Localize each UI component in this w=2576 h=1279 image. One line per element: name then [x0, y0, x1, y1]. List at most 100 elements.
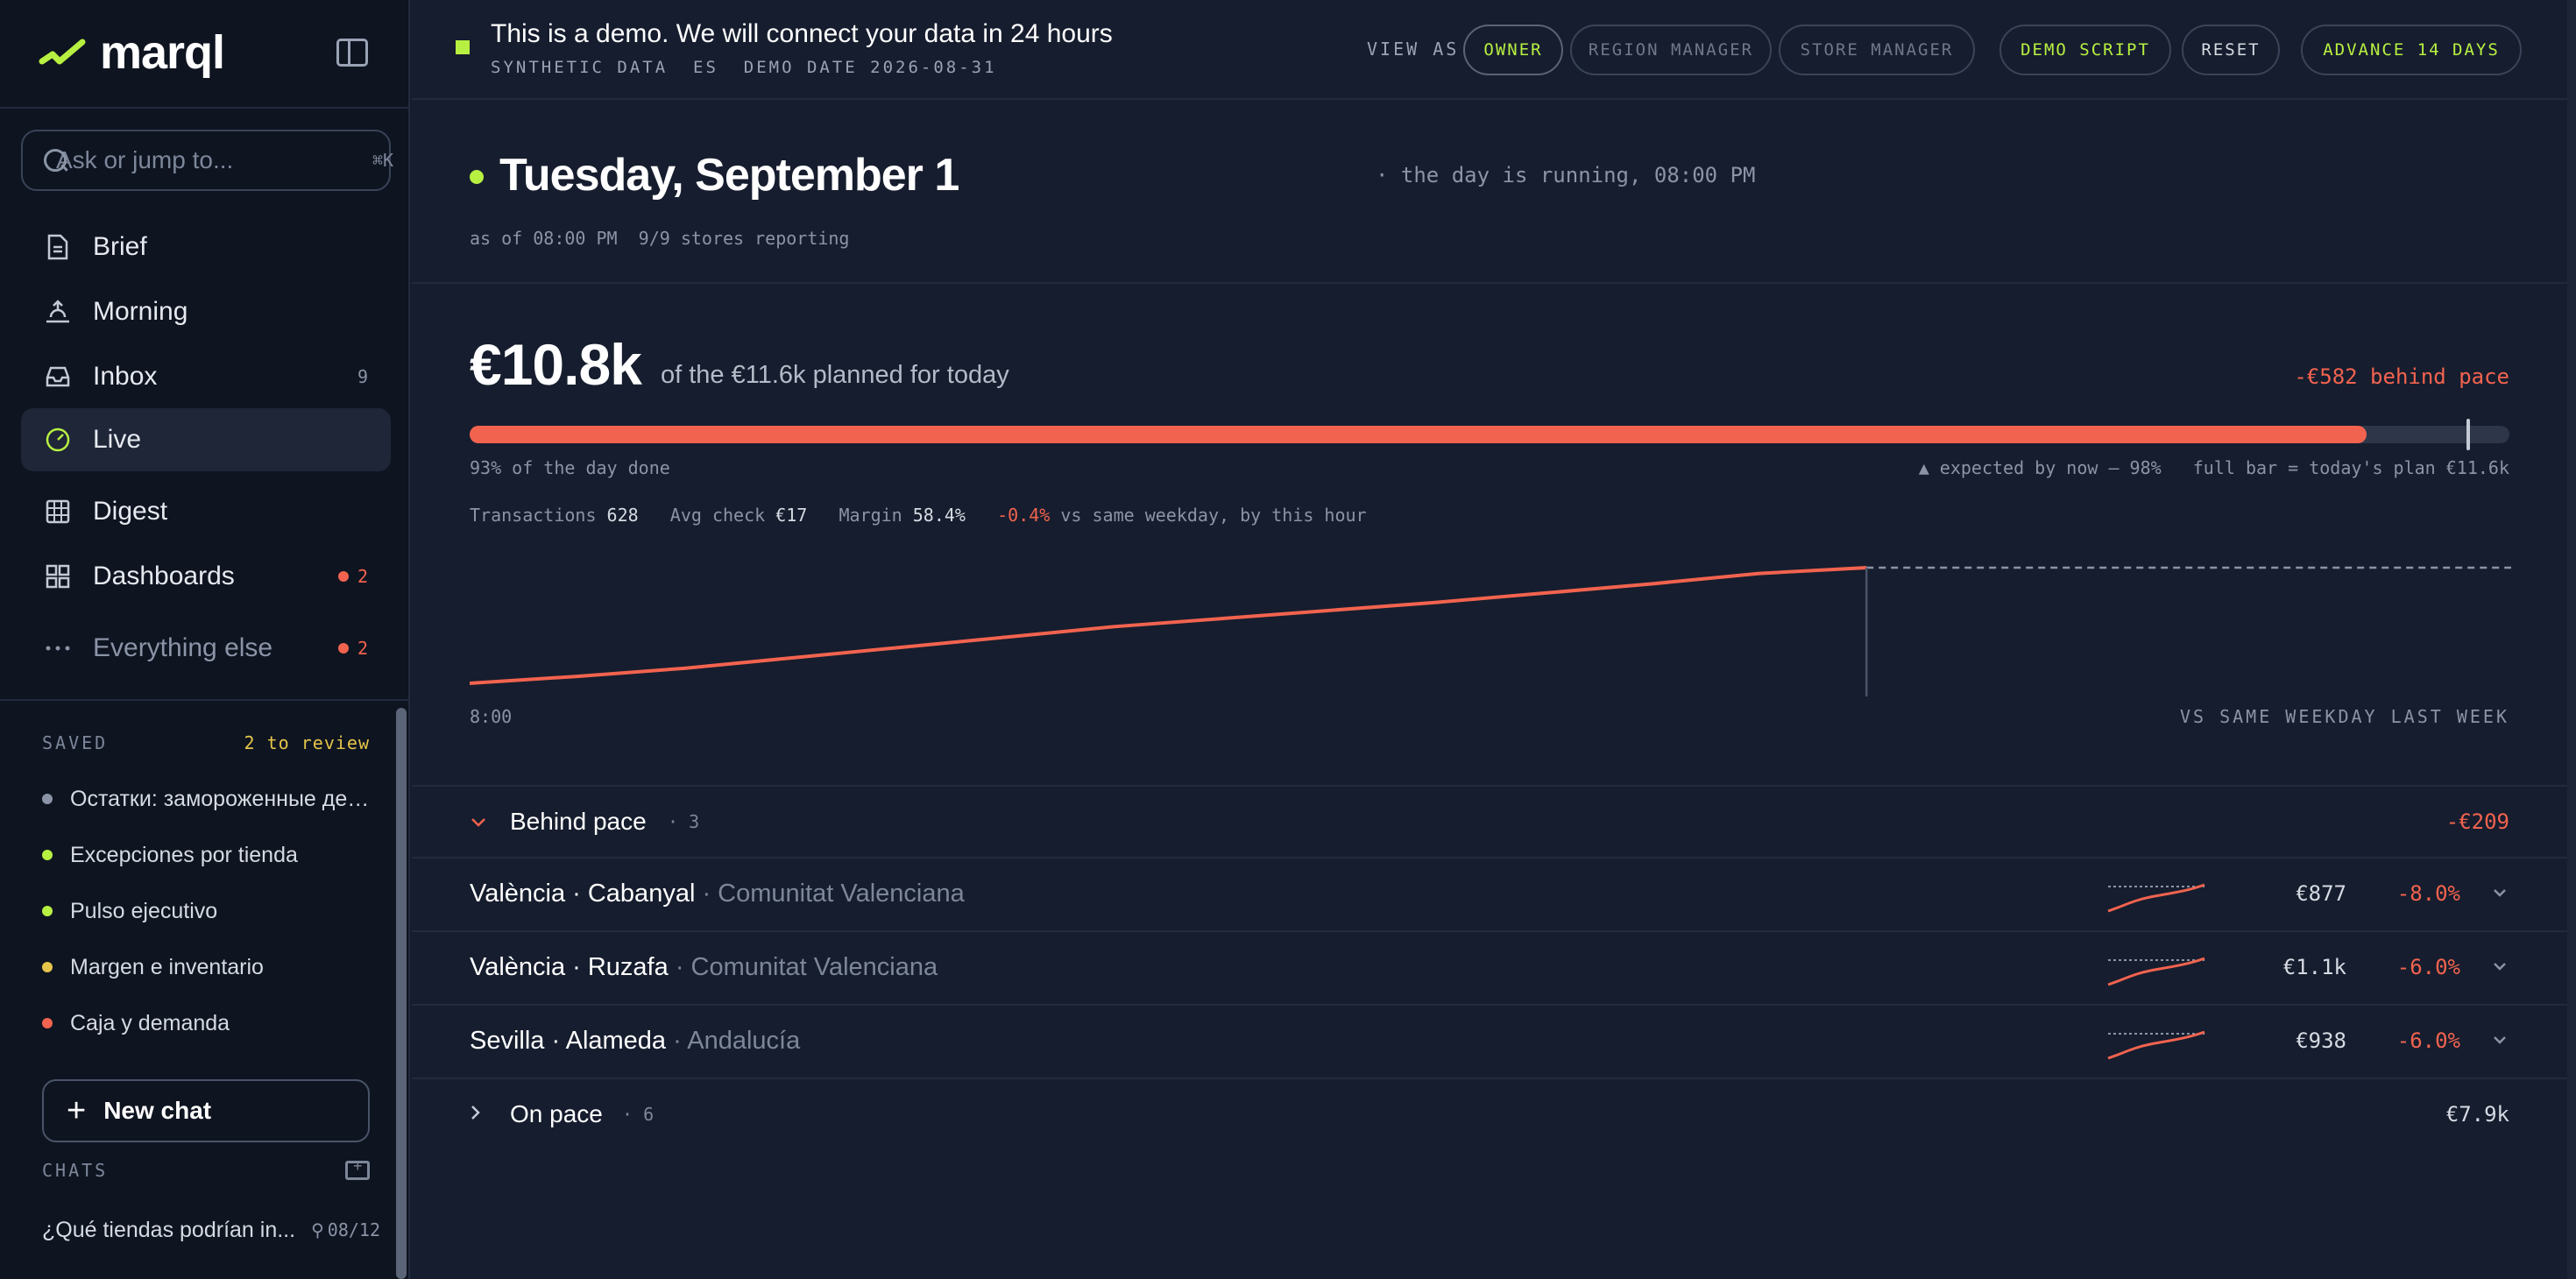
status-dot	[42, 794, 53, 804]
demo-script-button[interactable]: DEMO SCRIPT	[1999, 25, 2171, 75]
store-row[interactable]: Sevilla · Alameda · Andalucía €938 -6.0%	[412, 1006, 2576, 1079]
nav-item-live[interactable]: Live	[21, 408, 391, 471]
live-status-dot	[470, 170, 484, 184]
store-delta: -6.0%	[2396, 1028, 2460, 1053]
plus-icon: +	[67, 1092, 87, 1129]
chart-x-start-label: 8:00	[470, 706, 513, 727]
nav-item-dashboards[interactable]: Dashboards 2	[21, 545, 391, 608]
main-content: This is a demo. We will connect your dat…	[412, 0, 2576, 1279]
pin-icon: ⚲	[311, 1219, 324, 1240]
day-header: Tuesday, September 1 · the day is runnin…	[412, 100, 2576, 284]
revenue-plan-text: of the €11.6k planned for today	[661, 361, 1009, 389]
more-dots-icon	[44, 634, 72, 662]
nav-item-brief[interactable]: Brief	[21, 216, 391, 279]
revenue-series-line	[470, 566, 1867, 685]
chevron-down-icon[interactable]	[2492, 880, 2508, 904]
on-pace-group[interactable]: On pace · 6 €7.9k	[412, 1079, 2576, 1153]
everything-else-badge: 2	[337, 638, 368, 659]
chevron-down-icon	[470, 811, 487, 834]
chevron-down-icon[interactable]	[2492, 953, 2508, 978]
saved-item[interactable]: Pulso ejecutivo	[42, 894, 375, 929]
group-count: · 6	[622, 1104, 655, 1125]
nav-label: Brief	[93, 232, 147, 261]
sidebar: marql ⌘K Brief Morning Inbox 9 Live	[0, 0, 410, 1279]
app-logo[interactable]: marql	[39, 25, 225, 81]
demo-banner: This is a demo. We will connect your dat…	[412, 0, 2576, 100]
new-folder-icon[interactable]	[345, 1157, 370, 1180]
status-dot	[42, 1018, 53, 1028]
banner-title: This is a demo. We will connect your dat…	[491, 19, 1113, 48]
chat-date: 08/12	[327, 1219, 380, 1240]
expected-pace-marker	[2466, 419, 2471, 450]
store-row[interactable]: València · Ruzafa · Comunitat Valenciana…	[412, 932, 2576, 1006]
store-delta: -8.0%	[2396, 881, 2460, 906]
view-as-store-manager-button[interactable]: STORE MANAGER	[1779, 25, 1975, 75]
group-title: Behind pace	[510, 808, 647, 835]
page-title: Tuesday, September 1	[499, 150, 959, 201]
demo-indicator-icon	[456, 40, 470, 54]
sunrise-icon	[44, 298, 72, 326]
nav-item-morning[interactable]: Morning	[21, 280, 391, 343]
nav-label: Inbox	[93, 362, 158, 391]
saved-header: SAVED 2 to review	[42, 732, 370, 753]
new-chat-button[interactable]: + New chat	[42, 1079, 370, 1142]
advance-days-button[interactable]: ADVANCE 14 DAYS	[2301, 25, 2522, 75]
saved-title: SAVED	[42, 732, 109, 753]
store-region: · Comunitat Valenciana	[675, 953, 938, 981]
nav-item-inbox[interactable]: Inbox 9	[21, 345, 391, 408]
store-region: · Andalucía	[673, 1027, 801, 1055]
view-as-region-manager-button[interactable]: REGION MANAGER	[1570, 25, 1772, 75]
status-dot	[42, 850, 53, 860]
day-status: · the day is running, 08:00 PM	[1376, 163, 1756, 187]
saved-review-link[interactable]: 2 to review	[244, 732, 370, 753]
sidebar-toggle-icon[interactable]	[336, 39, 368, 67]
nav-label: Digest	[93, 497, 168, 526]
avg-check-value: €17	[775, 505, 808, 526]
saved-item[interactable]: Margen e inventario	[42, 950, 375, 985]
view-as-owner-button[interactable]: OWNER	[1463, 25, 1563, 75]
group-count: · 3	[668, 811, 700, 832]
main-scrollbar[interactable]	[2567, 0, 2576, 1279]
chats-header: CHATS	[42, 1157, 370, 1181]
saved-item[interactable]: Caja y demanda	[42, 1006, 375, 1041]
document-icon	[44, 233, 72, 261]
search-box[interactable]: ⌘K	[21, 130, 394, 191]
day-done-label: 93% of the day done	[470, 457, 670, 478]
group-title: On pace	[510, 1100, 603, 1127]
pace-gap: -€582 behind pace	[2294, 364, 2509, 389]
search-shortcut: ⌘K	[372, 150, 394, 171]
saved-item[interactable]: Excepciones por tienda	[42, 837, 375, 873]
divider	[0, 699, 408, 701]
group-total: -€209	[2445, 809, 2509, 834]
inbox-count: 9	[357, 366, 368, 387]
logo-mark-icon	[39, 39, 86, 65]
nav-label: Dashboards	[93, 562, 235, 590]
transactions-value: 628	[606, 505, 639, 526]
group-total: €7.9k	[2445, 1102, 2509, 1127]
store-region: · Comunitat Valenciana	[702, 880, 965, 908]
store-row[interactable]: València · Cabanyal · Comunitat Valencia…	[412, 859, 2576, 932]
new-chat-label: New chat	[103, 1097, 212, 1124]
store-revenue: €938	[2296, 1028, 2346, 1053]
behind-pace-group[interactable]: Behind pace · 3 -€209	[412, 785, 2576, 859]
sidebar-scrollbar[interactable]	[396, 708, 407, 1279]
inbox-icon	[44, 363, 72, 391]
chart-compare-label: VS SAME WEEKDAY LAST WEEK	[2179, 706, 2509, 727]
chevron-down-icon[interactable]	[2492, 1027, 2508, 1051]
reset-button[interactable]: RESET	[2182, 25, 2280, 75]
nav-item-everything-else[interactable]: Everything else 2	[21, 617, 391, 680]
nav-label: Everything else	[93, 633, 273, 662]
revenue-progress-fill	[470, 426, 2367, 443]
saved-item[interactable]: Остатки: замороженные ден...	[42, 781, 375, 816]
store-revenue: €1.1k	[2282, 955, 2346, 979]
search-input[interactable]	[56, 146, 372, 174]
store-revenue: €877	[2296, 881, 2346, 906]
status-dot	[42, 962, 53, 972]
revenue-line-chart	[470, 566, 2511, 696]
nav-item-digest[interactable]: Digest	[21, 480, 391, 543]
dashboard-icon	[44, 562, 72, 590]
chevron-right-icon	[470, 1104, 482, 1127]
chat-item[interactable]: ¿Qué tiendas podrían in... ⚲ 08/12	[42, 1212, 380, 1247]
store-delta: -6.0%	[2396, 955, 2460, 979]
view-as-label: VIEW AS	[1367, 39, 1460, 60]
